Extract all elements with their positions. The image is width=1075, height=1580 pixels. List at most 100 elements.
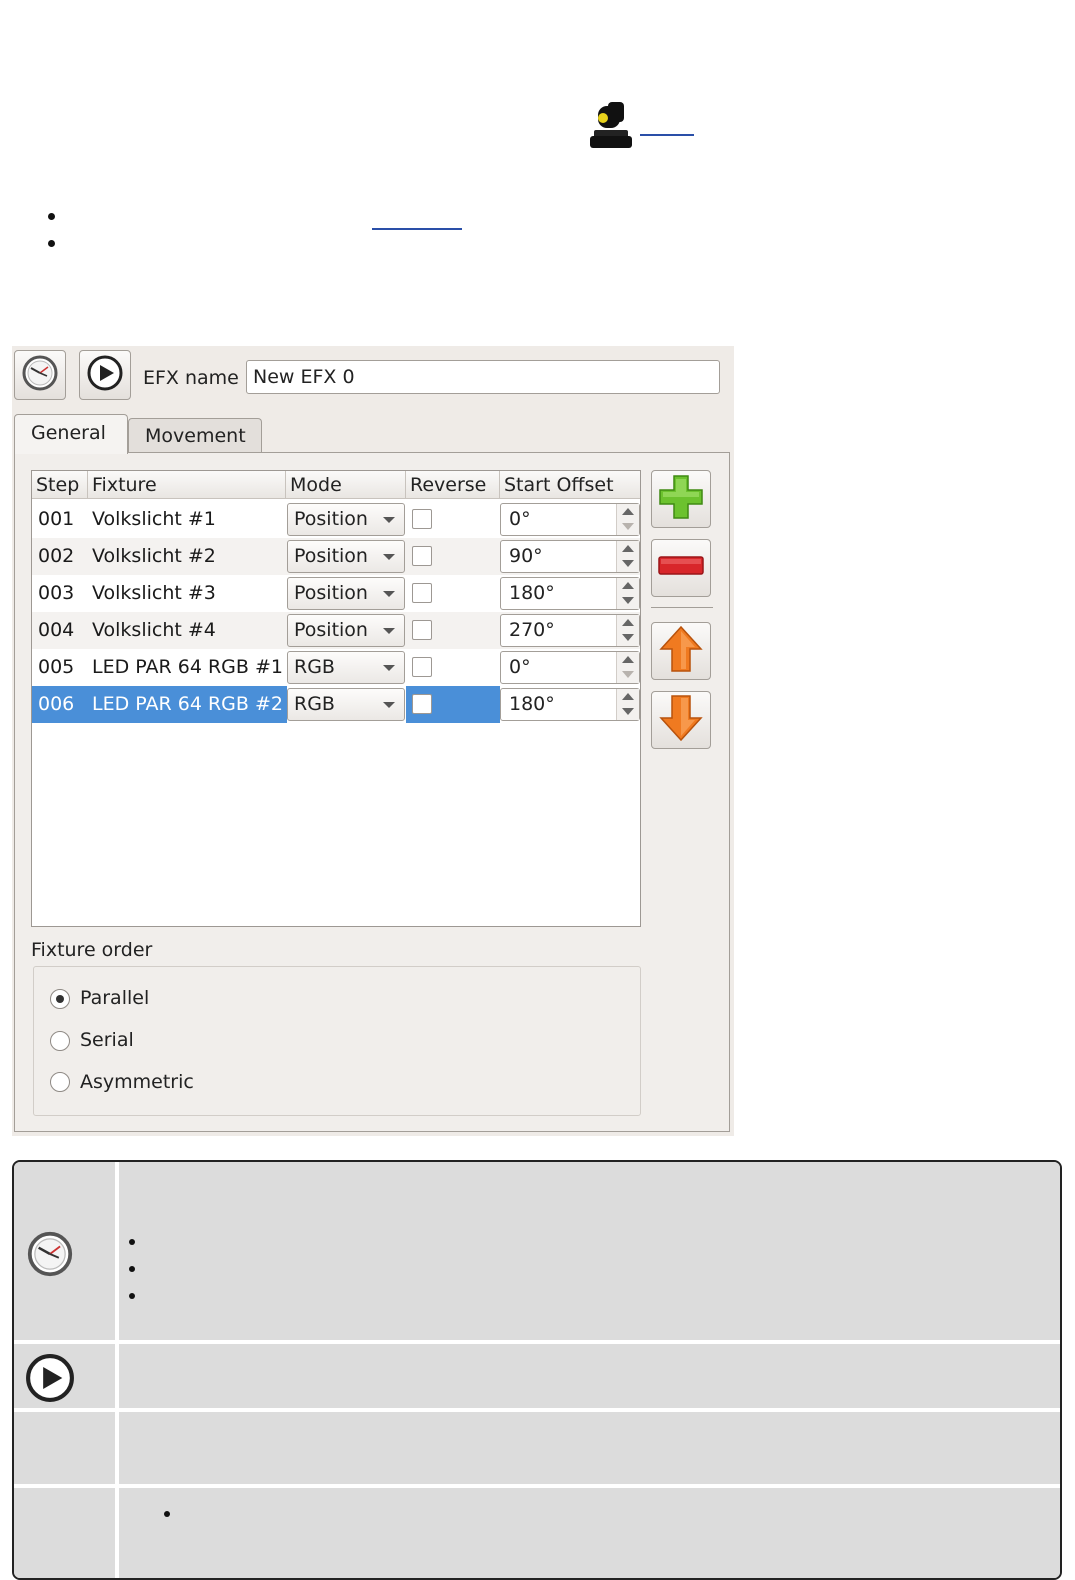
remove-fixture-icon [657,554,705,582]
mode-combobox[interactable]: RGB [287,688,405,721]
spin-up-icon[interactable] [622,656,634,663]
start-offset-spinbox[interactable]: 180° [500,688,640,721]
fixture-cell: Volkslicht #1 [92,508,216,530]
serial-radio[interactable] [50,1031,70,1051]
spin-down-icon[interactable] [622,634,634,641]
table-row[interactable]: 005 LED PAR 64 RGB #1 RGB 0° [32,649,640,686]
bullet [129,1293,135,1299]
efx-name-input[interactable]: New EFX 0 [246,360,720,394]
spin-up-icon[interactable] [622,545,634,552]
tab-movement[interactable]: Movement [128,418,262,452]
spin-up-icon[interactable] [622,508,634,515]
ref-text-cell [119,1488,1060,1578]
column-header-fixture[interactable]: Fixture [88,471,286,499]
chevron-down-icon [383,517,395,523]
add-fixture-icon [657,473,705,525]
bullet [48,213,55,220]
inline-link[interactable] [372,200,462,230]
start-offset-spinbox[interactable]: 270° [500,614,640,647]
mode-combobox[interactable]: Position [287,614,405,647]
side-buttons-separator [651,607,713,608]
test-play-button[interactable] [79,350,131,400]
reverse-checkbox[interactable] [412,657,432,677]
chevron-down-icon [383,628,395,634]
table-row[interactable]: 001 Volkslicht #1 Position 0° [32,501,640,538]
reverse-checkbox[interactable] [412,620,432,640]
column-header-start-offset[interactable]: Start Offset [500,471,640,499]
fixture-cell: Volkslicht #2 [92,545,216,567]
table-row[interactable]: 002 Volkslicht #2 Position 90° [32,538,640,575]
chevron-down-icon [383,591,395,597]
play-icon [24,1352,76,1408]
tab-general[interactable]: General [14,414,128,454]
clock-icon [21,354,59,396]
bullet [129,1266,135,1272]
spin-down-icon[interactable] [622,708,634,715]
chevron-down-icon [383,554,395,560]
raise-fixture-button[interactable] [651,622,711,680]
reverse-checkbox[interactable] [412,546,432,566]
column-header-step[interactable]: Step [32,471,88,499]
reverse-checkbox[interactable] [412,694,432,714]
asymmetric-radio[interactable] [50,1072,70,1092]
spin-down-icon[interactable] [622,560,634,567]
fixture-table[interactable]: Step Fixture Mode Reverse Start Offset 0… [31,470,641,927]
column-header-reverse[interactable]: Reverse [406,471,500,499]
ref-text-cell [119,1344,1060,1408]
lower-fixture-icon [659,694,703,746]
start-offset-spinbox[interactable]: 90° [500,540,640,573]
reverse-checkbox[interactable] [412,583,432,603]
table-row-controls[interactable]: RGB 180° [32,686,640,723]
spin-up-icon[interactable] [622,693,634,700]
start-offset-spinbox[interactable]: 0° [500,503,640,536]
spin-up-icon[interactable] [622,582,634,589]
reverse-checkbox[interactable] [412,509,432,529]
spin-down-icon[interactable] [622,523,634,530]
fixture-link[interactable] [640,104,694,136]
table-row[interactable]: 004 Volkslicht #4 Position 270° [32,612,640,649]
start-offset-spinbox[interactable]: 0° [500,651,640,684]
ref-icon-cell [14,1488,115,1578]
speed-dial-button[interactable] [14,350,66,400]
play-icon [86,354,124,396]
mode-combobox[interactable]: Position [287,540,405,573]
step-cell: 003 [38,582,75,604]
radio-selected-indicator [56,995,64,1003]
parallel-radio[interactable] [50,989,70,1009]
table-row[interactable]: 003 Volkslicht #3 Position 180° [32,575,640,612]
step-cell: 004 [38,619,75,641]
spin-down-icon[interactable] [622,671,634,678]
step-cell: 005 [38,656,75,678]
spin-down-icon[interactable] [622,597,634,604]
fixture-cell: LED PAR 64 RGB #1 [92,656,283,678]
serial-radio-label[interactable]: Serial [80,1028,134,1052]
fixture-cell: Volkslicht #4 [92,619,216,641]
remove-fixture-button[interactable] [651,539,711,597]
reference-table [12,1160,1062,1580]
bullet [164,1511,170,1517]
fixture-order-label: Fixture order [31,939,153,961]
fixture-cell: Volkslicht #3 [92,582,216,604]
clock-icon [26,1230,74,1282]
bullet [129,1239,135,1245]
mode-combobox[interactable]: RGB [287,651,405,684]
ref-icon-cell [14,1412,115,1484]
mode-combobox[interactable]: Position [287,577,405,610]
efx-name-label: EFX name [143,367,239,389]
add-fixture-button[interactable] [651,470,711,528]
raise-fixture-icon [659,625,703,677]
step-cell: 002 [38,545,75,567]
mode-combobox[interactable]: Position [287,503,405,536]
start-offset-spinbox[interactable]: 180° [500,577,640,610]
chevron-down-icon [383,665,395,671]
moving-head-fixture-icon [590,100,634,150]
ref-text-cell [119,1162,1060,1340]
parallel-radio-label[interactable]: Parallel [80,986,149,1010]
lower-fixture-button[interactable] [651,691,711,749]
step-cell: 001 [38,508,75,530]
bullet [48,240,55,247]
spin-up-icon[interactable] [622,619,634,626]
column-header-mode[interactable]: Mode [286,471,406,499]
ref-text-cell [119,1412,1060,1484]
asymmetric-radio-label[interactable]: Asymmetric [80,1070,194,1094]
